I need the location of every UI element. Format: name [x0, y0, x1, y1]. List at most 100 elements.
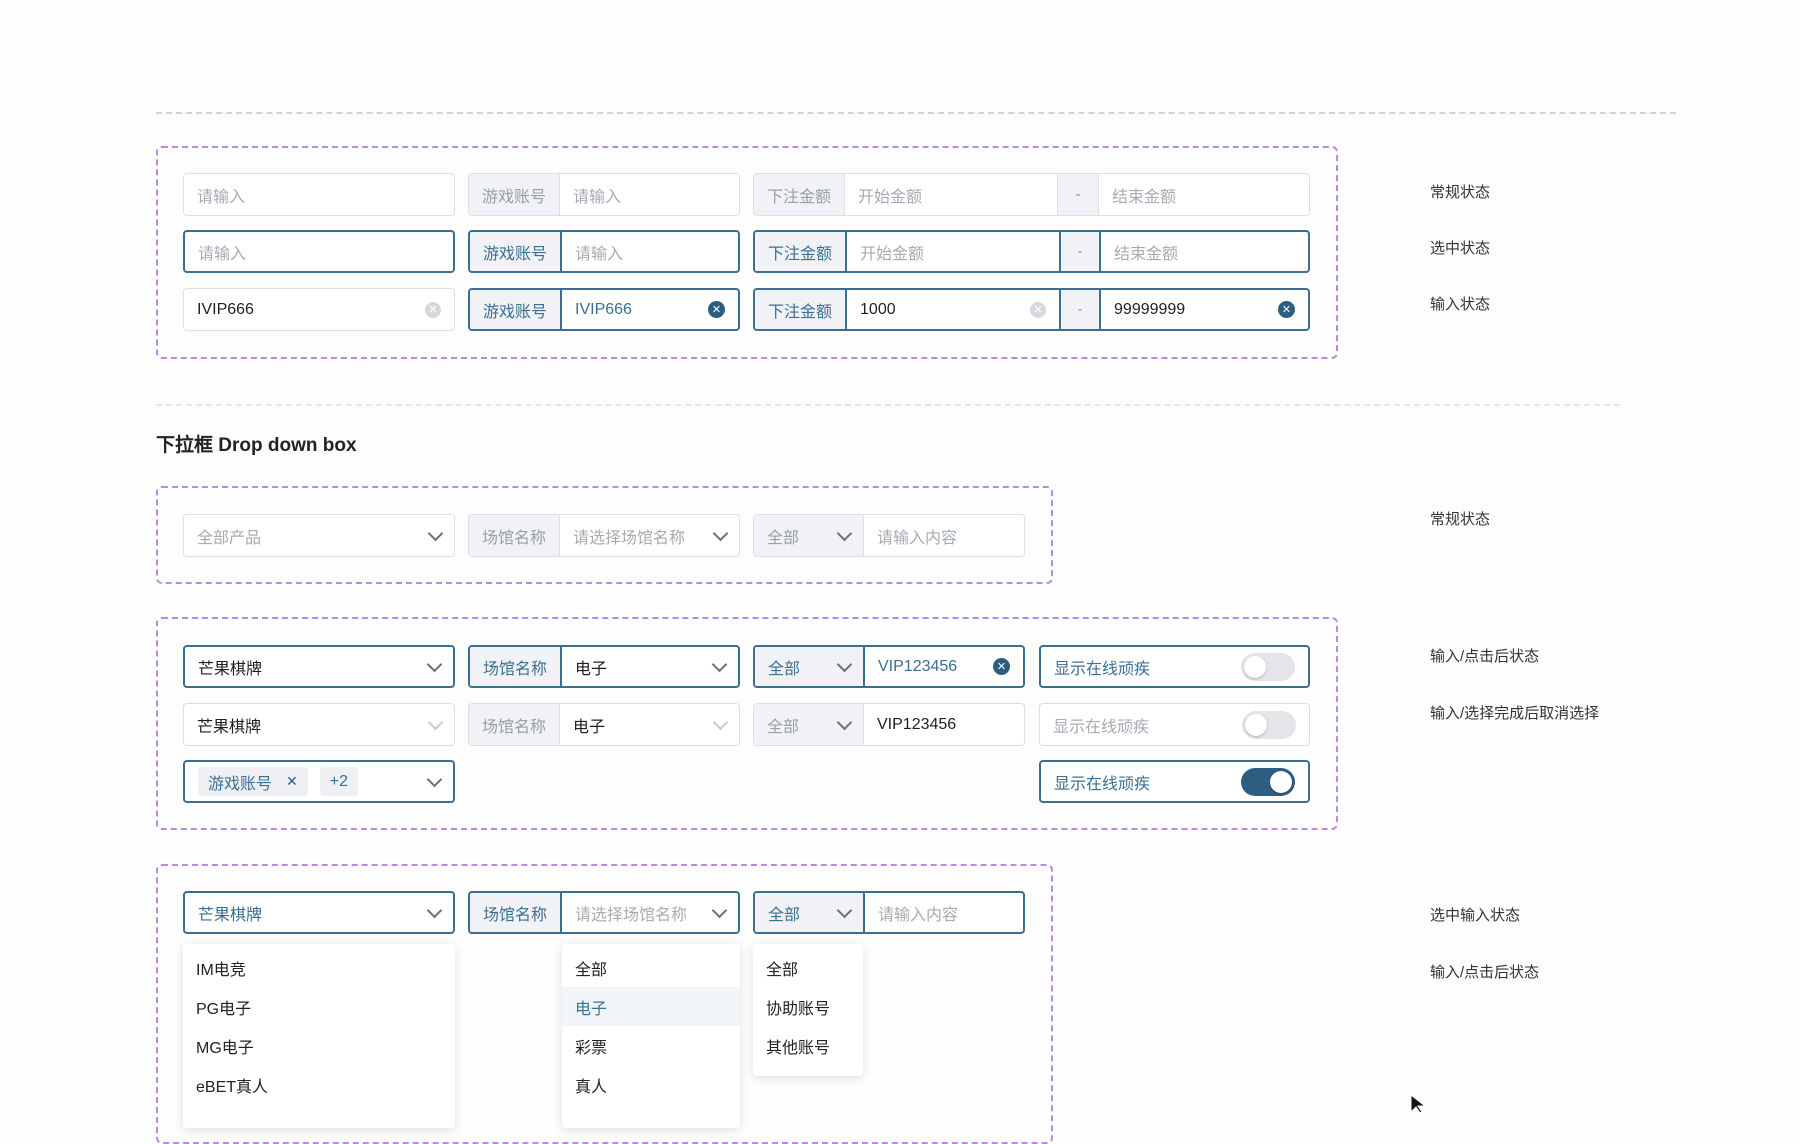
menu-option[interactable]: MG电子 — [183, 1026, 455, 1065]
search-value: VIP123456 — [877, 715, 957, 733]
toggle-label: 显示在线顽疾 — [1054, 775, 1151, 793]
dropdown-label-normal: 常规状态 — [1430, 511, 1491, 528]
placeholder: 请输入 — [197, 188, 246, 206]
scope-search-clicked[interactable]: 全部 VIP123456 ✕ — [753, 645, 1025, 688]
menu-option[interactable]: 全部 — [562, 948, 740, 987]
amount-prefix: 下注金额 — [755, 232, 848, 271]
dropdown-section-title: 下拉框 Drop down box — [156, 435, 357, 456]
clear-icon[interactable]: ✕ — [425, 301, 441, 318]
account-prefix: 游戏账号 — [470, 290, 563, 329]
select-value: 芒果棋牌 — [198, 906, 263, 924]
product-select-open[interactable]: 芒果棋牌 — [183, 891, 455, 934]
product-select-deselected[interactable]: 芒果棋牌 — [183, 703, 455, 746]
scope-search-normal[interactable]: 全部 请输入内容 — [753, 514, 1025, 557]
menu-option[interactable]: 彩票 — [562, 1026, 740, 1065]
venue-select-open[interactable]: 场馆名称 请选择场馆名称 — [468, 891, 740, 934]
input-value: IVIP666 — [197, 300, 254, 318]
range-separator: - — [1059, 232, 1102, 271]
placeholder: 请输入 — [198, 245, 247, 263]
account-input-normal[interactable]: 游戏账号 请输入 — [468, 173, 740, 216]
venue-prefix: 场馆名称 — [470, 893, 563, 932]
select-value: 电子 — [575, 660, 608, 678]
plain-input-focused[interactable]: 请输入 — [183, 230, 455, 273]
menu-option[interactable]: eBET真人 — [183, 1065, 455, 1104]
range-separator: - — [1059, 290, 1102, 329]
account-input-focused[interactable]: 游戏账号 请输入 — [468, 230, 740, 273]
placeholder: 请输入 — [573, 188, 622, 206]
chevron-down-icon — [426, 656, 443, 672]
online-toggle-row1[interactable]: 显示在线顽疾 — [1039, 645, 1310, 688]
venue-options-menu: 全部 电子 彩票 真人 — [562, 944, 740, 1128]
toggle-switch-off[interactable] — [1242, 710, 1296, 739]
selected-tag: 游戏账号 ✕ — [198, 767, 308, 796]
account-prefix: 游戏账号 — [470, 232, 563, 271]
toggle-switch-on[interactable] — [1241, 767, 1295, 796]
start-value: 1000 — [860, 300, 896, 318]
tag-close-icon[interactable]: ✕ — [286, 773, 298, 790]
select-value: 电子 — [573, 718, 606, 736]
amount-prefix: 下注金额 — [754, 174, 846, 215]
venue-select-clicked[interactable]: 场馆名称 电子 — [468, 645, 740, 688]
chevron-down-icon — [711, 902, 728, 918]
scope-search-open[interactable]: 全部 请输入内容 — [753, 891, 1025, 934]
amount-range-filled[interactable]: 下注金额 1000 ✕ - 99999999 ✕ — [753, 288, 1310, 331]
chevron-down-icon[interactable] — [836, 902, 853, 918]
chevron-down-icon[interactable] — [836, 714, 853, 730]
plain-input-filled[interactable]: IVIP666 ✕ — [183, 288, 455, 331]
online-toggle-row3[interactable]: 显示在线顽疾 — [1039, 760, 1310, 803]
clear-icon[interactable]: ✕ — [708, 301, 725, 318]
search-value: VIP123456 — [878, 657, 958, 675]
start-placeholder: 开始金额 — [858, 188, 923, 206]
range-separator: - — [1057, 174, 1100, 215]
chevron-down-icon[interactable] — [836, 525, 853, 541]
dropdown-label-after-click: 输入/点击后状态 — [1430, 964, 1540, 981]
end-value: 99999999 — [1114, 300, 1186, 318]
dropdown-label-clicked: 输入/点击后状态 — [1430, 648, 1540, 665]
clear-icon[interactable]: ✕ — [993, 658, 1010, 675]
menu-option-selected[interactable]: 电子 — [562, 987, 740, 1026]
plain-input-normal[interactable]: 请输入 — [183, 173, 455, 216]
scope-value: 全部 — [768, 906, 801, 924]
multi-select-tags[interactable]: 游戏账号 ✕ +2 — [183, 760, 455, 803]
placeholder: 请输入内容 — [877, 529, 958, 547]
placeholder: 全部产品 — [197, 529, 262, 547]
account-input-filled[interactable]: 游戏账号 IVIP666 ✕ — [468, 288, 740, 331]
menu-option[interactable]: 其他账号 — [753, 1026, 863, 1065]
menu-option[interactable]: IM电竞 — [183, 948, 455, 987]
menu-option[interactable]: 真人 — [562, 1065, 740, 1104]
amount-prefix: 下注金额 — [755, 290, 848, 329]
chevron-down-icon — [426, 771, 443, 787]
product-select-normal[interactable]: 全部产品 — [183, 514, 455, 557]
amount-range-focused[interactable]: 下注金额 开始金额 - 结束金额 — [753, 230, 1310, 273]
chevron-down-icon — [427, 525, 444, 541]
chevron-down-icon — [427, 714, 444, 730]
placeholder: 请输入 — [575, 245, 624, 263]
dropdown-label-selected: 选中输入状态 — [1430, 907, 1521, 924]
tag-label: 游戏账号 — [208, 775, 273, 793]
top-divider — [156, 112, 1676, 114]
clear-icon[interactable]: ✕ — [1030, 301, 1047, 318]
product-select-clicked[interactable]: 芒果棋牌 — [183, 645, 455, 688]
chevron-down-icon — [712, 714, 729, 730]
select-value: 芒果棋牌 — [198, 660, 263, 678]
chevron-down-icon[interactable] — [836, 656, 853, 672]
placeholder: 请选择场馆名称 — [575, 906, 688, 924]
online-toggle-row2[interactable]: 显示在线顽疾 — [1039, 703, 1310, 746]
end-placeholder: 结束金额 — [1112, 188, 1177, 206]
menu-option[interactable]: 协助账号 — [753, 987, 863, 1026]
chevron-down-icon — [426, 902, 443, 918]
state-label-input: 输入状态 — [1430, 296, 1491, 313]
venue-select-deselected[interactable]: 场馆名称 电子 — [468, 703, 740, 746]
clear-icon[interactable]: ✕ — [1278, 301, 1295, 318]
toggle-label: 显示在线顽疾 — [1054, 660, 1151, 678]
placeholder: 请输入内容 — [878, 906, 959, 924]
amount-range-normal[interactable]: 下注金额 开始金额 - 结束金额 — [753, 173, 1310, 216]
scope-value: 全部 — [767, 718, 800, 736]
placeholder: 请选择场馆名称 — [573, 529, 686, 547]
menu-option[interactable]: PG电子 — [183, 987, 455, 1026]
scope-search-deselected[interactable]: 全部 VIP123456 — [753, 703, 1025, 746]
toggle-label: 显示在线顽疾 — [1053, 718, 1150, 736]
menu-option[interactable]: 全部 — [753, 948, 863, 987]
venue-select-normal[interactable]: 场馆名称 请选择场馆名称 — [468, 514, 740, 557]
toggle-switch-off[interactable] — [1241, 652, 1295, 681]
